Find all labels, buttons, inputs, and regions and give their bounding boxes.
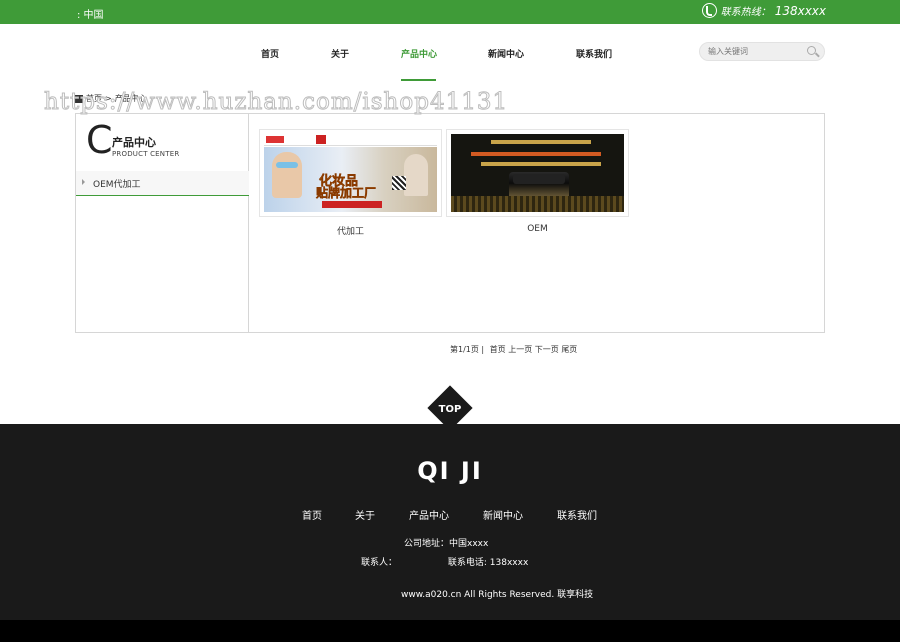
product-card: 化妆品 贴牌加工厂 代加工 [259,129,442,237]
footer-phone: 联系电话: 138xxxx [447,558,529,568]
nav-item-about[interactable]: 关于 [331,47,349,60]
sidebar-letter: C [86,118,113,162]
qr-code [392,176,406,190]
nav-item-home[interactable]: 首页 [261,47,279,60]
banner-text: 贴牌加工厂 [316,186,377,201]
product-image-link[interactable]: 化妆品 贴牌加工厂 [259,129,442,217]
footer-contact-person: 联系人： [361,558,398,568]
footer-contact: 联系人： 联系电话: 138xxxx [361,555,528,568]
page-last[interactable]: 尾页 [561,345,577,354]
sidebar-subtitle: PRODUCT CENTER [112,150,180,158]
top-bar: : 中国 联系热线： 138xxxx [0,0,900,24]
bottom-strip [0,620,900,642]
page-prev[interactable]: 上一页 [508,345,532,354]
pagination: 第1/1页 | 首页 上一页 下一页 尾页 [450,344,577,355]
sidebar-title: 产品中心 [112,136,156,149]
product-image [451,134,624,212]
footer: QI JI 首页 关于 产品中心 新闻中心 联系我们 公司地址：中国xxxx 联… [0,424,900,620]
nav-item-products[interactable]: 产品中心 [401,47,437,60]
footer-nav-home[interactable]: 首页 [302,507,322,522]
nav-item-contact[interactable]: 联系我们 [576,47,612,60]
product-card: OEM [446,129,629,234]
page-first[interactable]: 首页 [490,345,506,354]
product-title[interactable]: OEM [446,224,629,234]
phone-icon [701,3,717,18]
content-panel: C 产品中心 PRODUCT CENTER OEM代加工 化妆品 贴牌加工厂 代… [75,113,825,333]
footer-nav-contact[interactable]: 联系我们 [557,507,597,522]
search-icon[interactable] [807,46,816,55]
product-image-link[interactable] [446,129,629,217]
page-next[interactable]: 下一页 [535,345,559,354]
hotline: 联系热线： 138xxxx [701,3,826,18]
sidebar-item-oem[interactable]: OEM代加工 [76,171,249,196]
breadcrumb-separator: > [105,94,112,103]
nav-item-news[interactable]: 新闻中心 [488,47,524,60]
footer-address: 公司地址：中国xxxx [404,539,489,549]
nav-active-indicator [401,79,436,81]
breadcrumb-home[interactable]: 首页 [86,93,102,104]
breadcrumb-current[interactable]: 产品中心 [115,93,147,104]
product-title[interactable]: 代加工 [259,224,442,237]
location-text: : 中国 [77,10,104,21]
footer-nav-about[interactable]: 关于 [355,507,375,522]
footer-logo: QI JI [417,457,483,485]
back-to-top-button[interactable]: TOP [424,385,476,435]
search-box [699,42,825,61]
product-image: 化妆品 贴牌加工厂 [264,134,437,212]
footer-nav-news[interactable]: 新闻中心 [483,507,523,522]
sidebar-item-label: OEM代加工 [93,180,141,190]
hotline-number: 138xxxx [774,3,826,18]
page-summary: 第1/1页 | [450,345,485,354]
back-to-top-label: TOP [438,404,462,415]
main-nav: 首页 关于 产品中心 新闻中心 联系我们 [0,24,900,82]
search-input[interactable] [708,45,798,58]
home-icon [75,94,83,103]
sidebar: C 产品中心 PRODUCT CENTER OEM代加工 [76,114,249,332]
footer-copyright: www.a020.cn All Rights Reserved. 联享科技 [401,590,594,600]
triangle-right-icon [82,179,85,185]
hotline-label: 联系热线： [720,7,771,18]
footer-nav-products[interactable]: 产品中心 [409,507,449,522]
breadcrumb: 首页 > 产品中心 [75,93,147,104]
